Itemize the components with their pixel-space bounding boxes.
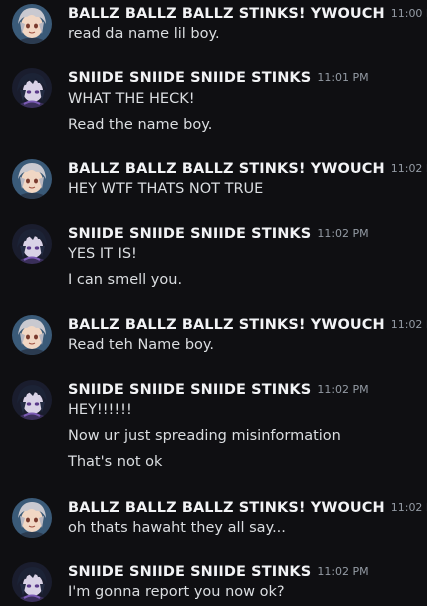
gray-haired-anime-avatar-icon[interactable] [12,315,52,355]
message-header: BALLZ BALLZ BALLZ STINKS! YWOUCH 11:02 PM [68,157,427,179]
message-header: BALLZ BALLZ BALLZ STINKS! YWOUCH 11:00 PM [68,2,427,24]
timestamp: 11:02 PM [390,318,427,331]
message-text: I'm gonna report you now ok? [68,584,285,600]
message-header: BALLZ BALLZ BALLZ STINKS! YWOUCH 11:02 PM [68,313,427,335]
message-text: YES IT IS! [68,246,137,262]
message-header: SNIIDE SNIIDE SNIIDE STINKS 11:02 PM [68,560,369,582]
message-header: SNIIDE SNIIDE SNIIDE STINKS 11:02 PM [68,378,369,400]
username[interactable]: SNIIDE SNIIDE SNIIDE STINKS [68,382,311,398]
message-text: WHAT THE HECK! [68,91,195,107]
timestamp: 11:02 PM [317,383,369,396]
timestamp: 11:02 PM [317,565,369,578]
username[interactable]: BALLZ BALLZ BALLZ STINKS! YWOUCH [68,161,385,177]
dark-haired-anime-avatar-icon[interactable] [12,562,52,602]
message-text: Now ur just spreading misinformation [68,428,341,444]
message-header: BALLZ BALLZ BALLZ STINKS! YWOUCH 11:02 PM [68,496,427,518]
chat-message-list: BALLZ BALLZ BALLZ STINKS! YWOUCH 11:00 PM… [0,0,427,606]
dark-haired-anime-avatar-icon[interactable] [12,224,52,264]
message-text: HEY!!!!!! [68,402,132,418]
message-text: I can smell you. [68,272,183,288]
timestamp: 11:02 PM [390,162,427,175]
message-text: That's not ok [68,454,163,470]
gray-haired-anime-avatar-icon[interactable] [12,4,52,44]
gray-haired-anime-avatar-icon[interactable] [12,498,52,538]
message-header: SNIIDE SNIIDE SNIIDE STINKS 11:01 PM [68,66,369,88]
message-text: HEY WTF THATS NOT TRUE [68,181,264,197]
username[interactable]: SNIIDE SNIIDE SNIIDE STINKS [68,564,311,580]
username[interactable]: SNIIDE SNIIDE SNIIDE STINKS [68,70,311,86]
timestamp: 11:00 PM [390,7,427,20]
message-text: oh thats hawaht they all say... [68,520,286,536]
dark-haired-anime-avatar-icon[interactable] [12,380,52,420]
username[interactable]: SNIIDE SNIIDE SNIIDE STINKS [68,226,311,242]
username[interactable]: BALLZ BALLZ BALLZ STINKS! YWOUCH [68,500,385,516]
timestamp: 11:02 PM [390,501,427,514]
username[interactable]: BALLZ BALLZ BALLZ STINKS! YWOUCH [68,6,385,22]
message-text: Read teh Name boy. [68,337,215,353]
message-text: read da name lil boy. [68,26,220,42]
timestamp: 11:02 PM [317,227,369,240]
gray-haired-anime-avatar-icon[interactable] [12,159,52,199]
message-text: Read the name boy. [68,117,213,133]
dark-haired-anime-avatar-icon[interactable] [12,68,52,108]
username[interactable]: BALLZ BALLZ BALLZ STINKS! YWOUCH [68,317,385,333]
timestamp: 11:01 PM [317,71,369,84]
message-header: SNIIDE SNIIDE SNIIDE STINKS 11:02 PM [68,222,369,244]
